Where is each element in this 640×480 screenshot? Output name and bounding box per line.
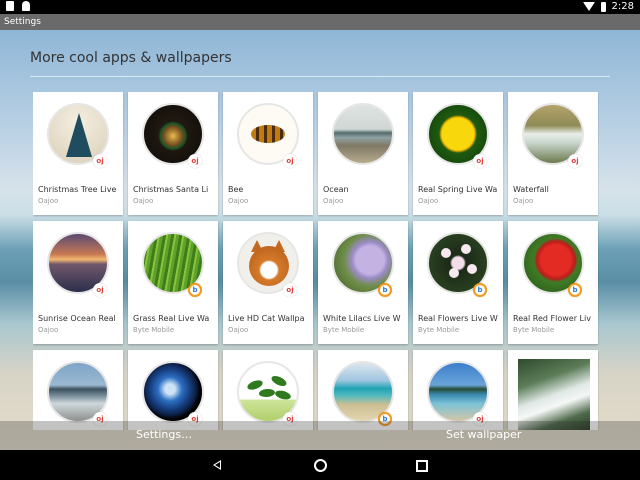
app-tile-bay[interactable]: oj [413, 350, 503, 430]
app-tile-ocean[interactable]: Ocean Oajoo [318, 92, 408, 215]
android-icon [22, 1, 30, 11]
app-publisher: Oajoo [323, 197, 344, 205]
byte-mobile-badge-icon: b [473, 283, 487, 297]
app-name: Sunrise Ocean Real [38, 314, 116, 323]
app-name: Real Red Flower Liv [513, 314, 591, 323]
app-publisher: Oajoo [38, 197, 59, 205]
oajoo-badge-icon: oj [93, 154, 107, 168]
app-tile-cat[interactable]: oj Live HD Cat Wallpa Oajoo [223, 221, 313, 344]
byte-mobile-badge-icon: b [378, 283, 392, 297]
app-name: Grass Real Live Wa [133, 314, 210, 323]
app-tile-white-lilacs[interactable]: b White Lilacs Live W Byte Mobile [318, 221, 408, 344]
app-name: Ocean [323, 185, 349, 194]
app-tile-earth[interactable]: oj [128, 350, 218, 430]
app-tile-christmas-tree[interactable]: oj Christmas Tree Live Oajoo [33, 92, 123, 215]
app-tile-plant[interactable]: oj [223, 350, 313, 430]
app-name: Real Spring Live Wa [418, 185, 498, 194]
app-name: Christmas Santa Li [133, 185, 209, 194]
wifi-icon [582, 2, 595, 11]
app-title: Settings [4, 17, 41, 27]
app-tile-real-red-flower[interactable]: b Real Red Flower Liv Byte Mobile [508, 221, 598, 344]
app-name: Real Flowers Live W [418, 314, 498, 323]
app-thumbnail [332, 103, 394, 165]
app-publisher: Byte Mobile [418, 326, 460, 334]
byte-mobile-badge-icon: b [568, 283, 582, 297]
app-publisher: Byte Mobile [133, 326, 175, 334]
app-name: Christmas Tree Live [38, 185, 117, 194]
app-publisher: Oajoo [418, 197, 439, 205]
app-tile-sunrise-ocean[interactable]: oj Sunrise Ocean Real Oajoo [33, 221, 123, 344]
app-publisher: Byte Mobile [323, 326, 365, 334]
app-tile-waterfall[interactable]: oj Waterfall Oajoo [508, 92, 598, 215]
app-publisher: Oajoo [133, 197, 154, 205]
oajoo-badge-icon: oj [283, 154, 297, 168]
phone-icon [6, 1, 14, 11]
bottom-action-bar [0, 421, 640, 450]
battery-icon [600, 1, 606, 12]
app-tile-real-flowers[interactable]: b Real Flowers Live W Byte Mobile [413, 221, 503, 344]
app-tile-snow-forest[interactable] [508, 350, 598, 430]
page-title: More cool apps & wallpapers [30, 50, 232, 66]
app-tile-bee[interactable]: oj Bee Oajoo [223, 92, 313, 215]
app-thumbnail [518, 359, 590, 430]
app-tile-beach[interactable]: b [318, 350, 408, 430]
byte-mobile-badge-icon: b [188, 283, 202, 297]
app-publisher: Oajoo [38, 326, 59, 334]
recents-icon[interactable] [416, 460, 428, 472]
oajoo-badge-icon: oj [568, 154, 582, 168]
app-tile-christmas-santa[interactable]: oj Christmas Santa Li Oajoo [128, 92, 218, 215]
set-wallpaper-button[interactable]: Set wallpaper [446, 428, 521, 441]
oajoo-badge-icon: oj [93, 283, 107, 297]
divider [30, 76, 610, 77]
back-icon[interactable] [213, 460, 221, 470]
app-name: White Lilacs Live W [323, 314, 401, 323]
app-grid: oj Christmas Tree Live Oajoo oj Christma… [33, 92, 599, 430]
app-name: Live HD Cat Wallpa [228, 314, 305, 323]
app-publisher: Byte Mobile [513, 326, 555, 334]
app-publisher: Oajoo [228, 326, 249, 334]
app-publisher: Oajoo [228, 197, 249, 205]
app-tile-real-spring[interactable]: oj Real Spring Live Wa Oajoo [413, 92, 503, 215]
app-name: Bee [228, 185, 244, 194]
app-tile-grass[interactable]: b Grass Real Live Wa Byte Mobile [128, 221, 218, 344]
home-icon[interactable] [314, 459, 327, 472]
oajoo-badge-icon: oj [188, 154, 202, 168]
oajoo-badge-icon: oj [283, 283, 297, 297]
app-bar: Settings [0, 14, 640, 30]
oajoo-badge-icon: oj [473, 154, 487, 168]
clock: 2:28 [611, 1, 634, 12]
app-name: Waterfall [513, 185, 549, 194]
status-bar: 2:28 [0, 0, 640, 14]
app-tile-sea[interactable]: oj [33, 350, 123, 430]
app-publisher: Oajoo [513, 197, 534, 205]
settings-button[interactable]: Settings… [136, 428, 192, 441]
